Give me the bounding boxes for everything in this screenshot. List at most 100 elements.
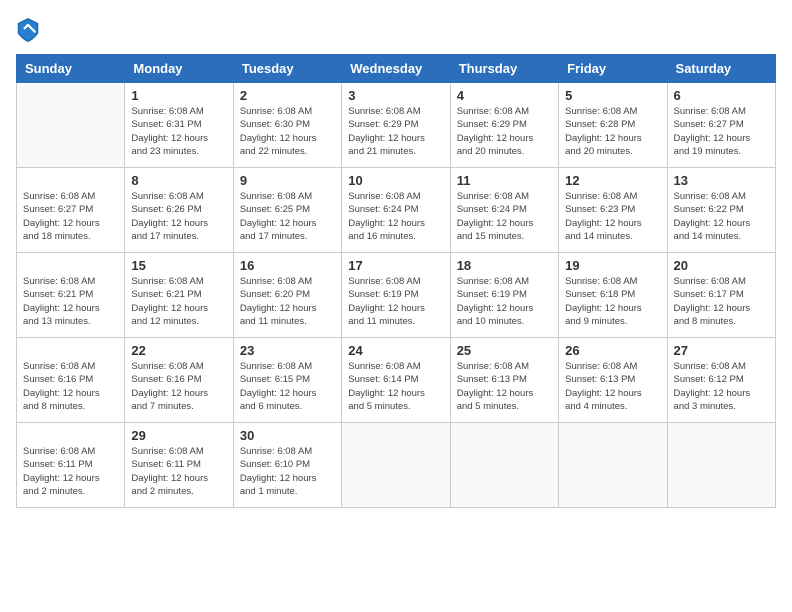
- calendar-cell: 18Sunrise: 6:08 AM Sunset: 6:19 PM Dayli…: [450, 253, 558, 338]
- calendar-cell: 12 Sunrise: 6:08 AM Sunset: 6:23 PM Dayli…: [559, 168, 667, 253]
- day-detail: Sunrise: 6:08 AM Sunset: 6:30 PM Dayligh…: [240, 105, 335, 158]
- calendar-cell: 27Sunrise: 6:08 AM Sunset: 6:12 PM Dayli…: [667, 338, 775, 423]
- day-detail: Sunrise: 6:08 AM Sunset: 6:13 PM Dayligh…: [565, 360, 660, 413]
- day-number: 17: [348, 258, 443, 273]
- day-detail: Sunrise: 6:08 AM Sunset: 6:19 PM Dayligh…: [348, 275, 443, 328]
- day-detail: Sunrise: 6:08 AM Sunset: 6:16 PM Dayligh…: [23, 360, 118, 413]
- calendar-cell: 13Sunrise: 6:08 AM Sunset: 6:22 PM Dayli…: [667, 168, 775, 253]
- day-detail: Sunrise: 6:08 AM Sunset: 6:20 PM Dayligh…: [240, 275, 335, 328]
- weekday-header-wednesday: Wednesday: [342, 55, 450, 83]
- day-detail: Sunrise: 6:08 AM Sunset: 6:24 PM Dayligh…: [457, 190, 552, 243]
- day-detail: Sunrise: 6:08 AM Sunset: 6:31 PM Dayligh…: [131, 105, 226, 158]
- calendar-cell: 20 Sunrise: 6:08 AM Sunset: 6:17 PM Dayli…: [667, 253, 775, 338]
- weekday-header-monday: Monday: [125, 55, 233, 83]
- day-number: 30: [240, 428, 335, 443]
- day-detail: Sunrise: 6:08 AM Sunset: 6:22 PM Dayligh…: [674, 190, 769, 243]
- day-detail: Sunrise: 6:08 AM Sunset: 6:21 PM Dayligh…: [131, 275, 226, 328]
- day-number: 11: [457, 173, 552, 188]
- calendar-cell: 29Sunrise: 6:08 AM Sunset: 6:11 PM Dayli…: [125, 423, 233, 508]
- day-number: 28: [23, 428, 118, 443]
- calendar-cell: 2 Sunrise: 6:08 AM Sunset: 6:30 PM Daylig…: [233, 83, 341, 168]
- calendar-cell: 30 Sunrise: 6:08 AM Sunset: 6:10 PM Dayli…: [233, 423, 341, 508]
- day-detail: Sunrise: 6:08 AM Sunset: 6:29 PM Dayligh…: [457, 105, 552, 158]
- day-number: 26: [565, 343, 660, 358]
- day-number: 4: [457, 88, 552, 103]
- calendar-table: SundayMondayTuesdayWednesdayThursdayFrid…: [16, 54, 776, 508]
- day-detail: Sunrise: 6:08 AM Sunset: 6:18 PM Dayligh…: [565, 275, 660, 328]
- day-number: 5: [565, 88, 660, 103]
- day-detail: Sunrise: 6:08 AM Sunset: 6:28 PM Dayligh…: [565, 105, 660, 158]
- day-detail: Sunrise: 6:08 AM Sunset: 6:15 PM Dayligh…: [240, 360, 335, 413]
- calendar-cell: 14 Sunrise: 6:08 AM Sunset: 6:21 PM Dayli…: [17, 253, 125, 338]
- day-number: 25: [457, 343, 552, 358]
- calendar-cell: [17, 83, 125, 168]
- day-number: 6: [674, 88, 769, 103]
- day-number: 19: [565, 258, 660, 273]
- calendar-cell: 6Sunrise: 6:08 AM Sunset: 6:27 PM Daylig…: [667, 83, 775, 168]
- calendar-week-3: 14 Sunrise: 6:08 AM Sunset: 6:21 PM Dayli…: [17, 253, 776, 338]
- calendar-cell: 5 Sunrise: 6:08 AM Sunset: 6:28 PM Daylig…: [559, 83, 667, 168]
- day-detail: Sunrise: 6:08 AM Sunset: 6:14 PM Dayligh…: [348, 360, 443, 413]
- day-detail: Sunrise: 6:08 AM Sunset: 6:26 PM Dayligh…: [131, 190, 226, 243]
- day-number: 22: [131, 343, 226, 358]
- calendar-cell: 9 Sunrise: 6:08 AM Sunset: 6:25 PM Daylig…: [233, 168, 341, 253]
- calendar-cell: [450, 423, 558, 508]
- weekday-header-saturday: Saturday: [667, 55, 775, 83]
- day-number: 12: [565, 173, 660, 188]
- calendar-cell: 19 Sunrise: 6:08 AM Sunset: 6:18 PM Dayli…: [559, 253, 667, 338]
- calendar-cell: 7Sunrise: 6:08 AM Sunset: 6:27 PM Daylig…: [17, 168, 125, 253]
- calendar-cell: 21 Sunrise: 6:08 AM Sunset: 6:16 PM Dayli…: [17, 338, 125, 423]
- day-detail: Sunrise: 6:08 AM Sunset: 6:24 PM Dayligh…: [348, 190, 443, 243]
- calendar-cell: 23 Sunrise: 6:08 AM Sunset: 6:15 PM Dayli…: [233, 338, 341, 423]
- header: [16, 16, 776, 44]
- day-number: 21: [23, 343, 118, 358]
- calendar-cell: 11 Sunrise: 6:08 AM Sunset: 6:24 PM Dayli…: [450, 168, 558, 253]
- calendar-body: 1 Sunrise: 6:08 AM Sunset: 6:31 PM Daylig…: [17, 83, 776, 508]
- calendar-cell: [342, 423, 450, 508]
- logo: [16, 16, 44, 44]
- day-number: 1: [131, 88, 226, 103]
- calendar-cell: 8 Sunrise: 6:08 AM Sunset: 6:26 PM Daylig…: [125, 168, 233, 253]
- day-number: 3: [348, 88, 443, 103]
- day-detail: Sunrise: 6:08 AM Sunset: 6:10 PM Dayligh…: [240, 445, 335, 498]
- calendar-cell: 10Sunrise: 6:08 AM Sunset: 6:24 PM Dayli…: [342, 168, 450, 253]
- weekday-header-thursday: Thursday: [450, 55, 558, 83]
- day-detail: Sunrise: 6:08 AM Sunset: 6:21 PM Dayligh…: [23, 275, 118, 328]
- day-number: 23: [240, 343, 335, 358]
- calendar-cell: [667, 423, 775, 508]
- day-detail: Sunrise: 6:08 AM Sunset: 6:29 PM Dayligh…: [348, 105, 443, 158]
- day-number: 8: [131, 173, 226, 188]
- calendar-cell: 16 Sunrise: 6:08 AM Sunset: 6:20 PM Dayli…: [233, 253, 341, 338]
- calendar-week-4: 21 Sunrise: 6:08 AM Sunset: 6:16 PM Dayli…: [17, 338, 776, 423]
- weekday-header-sunday: Sunday: [17, 55, 125, 83]
- calendar-week-2: 7Sunrise: 6:08 AM Sunset: 6:27 PM Daylig…: [17, 168, 776, 253]
- day-number: 20: [674, 258, 769, 273]
- weekday-header-tuesday: Tuesday: [233, 55, 341, 83]
- calendar-header: SundayMondayTuesdayWednesdayThursdayFrid…: [17, 55, 776, 83]
- calendar-cell: 25 Sunrise: 6:08 AM Sunset: 6:13 PM Dayli…: [450, 338, 558, 423]
- calendar-cell: 28 Sunrise: 6:08 AM Sunset: 6:11 PM Dayli…: [17, 423, 125, 508]
- day-detail: Sunrise: 6:08 AM Sunset: 6:27 PM Dayligh…: [23, 190, 118, 243]
- day-detail: Sunrise: 6:08 AM Sunset: 6:23 PM Dayligh…: [565, 190, 660, 243]
- calendar-cell: 4 Sunrise: 6:08 AM Sunset: 6:29 PM Daylig…: [450, 83, 558, 168]
- calendar-cell: 22Sunrise: 6:08 AM Sunset: 6:16 PM Dayli…: [125, 338, 233, 423]
- day-detail: Sunrise: 6:08 AM Sunset: 6:17 PM Dayligh…: [674, 275, 769, 328]
- calendar-cell: 15 Sunrise: 6:08 AM Sunset: 6:21 PM Dayli…: [125, 253, 233, 338]
- day-number: 14: [23, 258, 118, 273]
- day-number: 9: [240, 173, 335, 188]
- day-number: 16: [240, 258, 335, 273]
- day-number: 24: [348, 343, 443, 358]
- calendar-cell: 1 Sunrise: 6:08 AM Sunset: 6:31 PM Daylig…: [125, 83, 233, 168]
- day-number: 15: [131, 258, 226, 273]
- calendar-cell: 24 Sunrise: 6:08 AM Sunset: 6:14 PM Dayli…: [342, 338, 450, 423]
- day-detail: Sunrise: 6:08 AM Sunset: 6:25 PM Dayligh…: [240, 190, 335, 243]
- header-row: SundayMondayTuesdayWednesdayThursdayFrid…: [17, 55, 776, 83]
- calendar-week-5: 28 Sunrise: 6:08 AM Sunset: 6:11 PM Dayli…: [17, 423, 776, 508]
- day-detail: Sunrise: 6:08 AM Sunset: 6:11 PM Dayligh…: [23, 445, 118, 498]
- day-detail: Sunrise: 6:08 AM Sunset: 6:11 PM Dayligh…: [131, 445, 226, 498]
- day-number: 2: [240, 88, 335, 103]
- day-detail: Sunrise: 6:08 AM Sunset: 6:13 PM Dayligh…: [457, 360, 552, 413]
- calendar-cell: 26 Sunrise: 6:08 AM Sunset: 6:13 PM Dayli…: [559, 338, 667, 423]
- day-detail: Sunrise: 6:08 AM Sunset: 6:19 PM Dayligh…: [457, 275, 552, 328]
- calendar-week-1: 1 Sunrise: 6:08 AM Sunset: 6:31 PM Daylig…: [17, 83, 776, 168]
